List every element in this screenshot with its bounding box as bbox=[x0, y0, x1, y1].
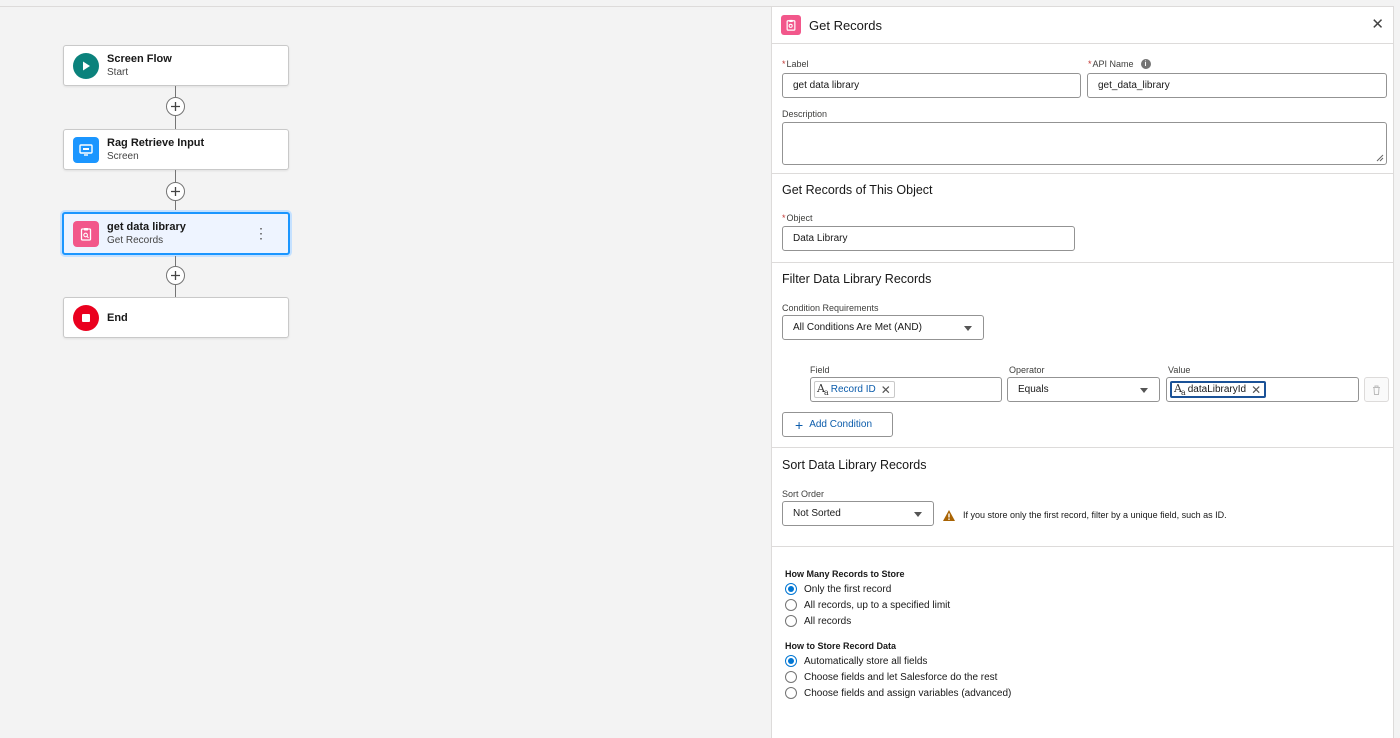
object-field-label: *Object bbox=[782, 213, 813, 223]
divider bbox=[772, 447, 1393, 448]
sort-warning-text: If you store only the first record, filt… bbox=[963, 510, 1227, 520]
radio-label: Automatically store all fields bbox=[804, 655, 928, 667]
resize-handle-icon[interactable] bbox=[1376, 154, 1384, 162]
properties-panel: Get Records ✕ *Label get data library * A… bbox=[771, 6, 1394, 738]
chevron-down-icon bbox=[914, 512, 922, 517]
condition-field-input[interactable]: Aa Record ID ✕ bbox=[810, 377, 1002, 402]
value-pill-label: dataLibraryId bbox=[1187, 384, 1247, 395]
description-label: Description bbox=[782, 109, 828, 119]
condition-requirements-select[interactable]: All Conditions Are Met (AND) bbox=[782, 315, 984, 340]
more-actions-icon[interactable]: ⋮ bbox=[254, 226, 268, 240]
radio-label: All records bbox=[804, 615, 852, 627]
flow-canvas[interactable]: Screen Flow Start Rag Retrieve Input Scr… bbox=[0, 6, 771, 738]
sort-order-label: Sort Order bbox=[782, 489, 825, 499]
plus-icon bbox=[171, 187, 180, 196]
value-pill[interactable]: Aa dataLibraryId ✕ bbox=[1170, 381, 1267, 398]
how-many-records-title: How Many Records to Store bbox=[785, 569, 905, 579]
node-subtitle: Screen bbox=[107, 150, 139, 162]
description-textarea[interactable] bbox=[782, 122, 1387, 165]
api-name-input[interactable]: get_data_library bbox=[1087, 73, 1387, 98]
divider bbox=[772, 173, 1393, 174]
node-title: End bbox=[107, 311, 128, 324]
condition-requirements-label: Condition Requirements bbox=[782, 303, 879, 313]
condition-requirements-value: All Conditions Are Met (AND) bbox=[793, 322, 922, 333]
divider bbox=[772, 262, 1393, 263]
radio-button[interactable] bbox=[785, 655, 797, 667]
condition-value-input[interactable]: Aa dataLibraryId ✕ bbox=[1166, 377, 1359, 402]
radio-label: Choose fields and assign variables (adva… bbox=[804, 687, 1012, 699]
stop-icon bbox=[73, 304, 99, 331]
text-type-icon: Aa bbox=[1174, 381, 1186, 398]
radio-only-first-record[interactable]: Only the first record bbox=[785, 583, 891, 595]
label-input[interactable]: get data library bbox=[782, 73, 1081, 98]
object-section-title: Get Records of This Object bbox=[782, 183, 933, 197]
radio-all-records[interactable]: All records bbox=[785, 615, 851, 627]
api-name-field-label: * API Name i bbox=[1088, 59, 1151, 69]
object-input[interactable]: Data Library bbox=[782, 226, 1075, 251]
radio-button[interactable] bbox=[785, 599, 797, 611]
plus-icon bbox=[171, 271, 180, 280]
node-screen-flow-start[interactable]: Screen Flow Start bbox=[63, 45, 289, 86]
sort-order-value: Not Sorted bbox=[793, 508, 841, 519]
sort-section-title: Sort Data Library Records bbox=[782, 458, 927, 472]
panel-header: Get Records ✕ bbox=[772, 7, 1393, 44]
warning-icon bbox=[943, 510, 955, 521]
field-column-header: Field bbox=[810, 365, 830, 375]
add-element-button[interactable] bbox=[166, 266, 185, 285]
remove-icon[interactable]: ✕ bbox=[1251, 384, 1261, 396]
node-subtitle: Start bbox=[107, 66, 129, 78]
sort-order-select[interactable]: Not Sorted bbox=[782, 501, 934, 526]
add-condition-button[interactable]: + Add Condition bbox=[782, 412, 893, 437]
panel-title: Get Records bbox=[809, 17, 882, 33]
remove-icon[interactable]: ✕ bbox=[881, 384, 891, 396]
field-pill-label: Record ID bbox=[830, 384, 876, 395]
how-to-store-title: How to Store Record Data bbox=[785, 641, 897, 651]
node-get-data-library[interactable]: get data library Get Records ⋮ bbox=[62, 212, 290, 255]
radio-label: Only the first record bbox=[804, 583, 892, 595]
filter-section-title: Filter Data Library Records bbox=[782, 272, 932, 286]
radio-label: Choose fields and let Salesforce do the … bbox=[804, 671, 998, 683]
node-subtitle: Get Records bbox=[107, 234, 164, 246]
get-records-icon bbox=[781, 15, 801, 35]
info-icon[interactable]: i bbox=[1140, 59, 1151, 69]
radio-choose-fields-salesforce[interactable]: Choose fields and let Salesforce do the … bbox=[785, 671, 997, 683]
add-condition-label: Add Condition bbox=[809, 419, 873, 430]
operator-value: Equals bbox=[1018, 384, 1049, 395]
text-type-icon: Aa bbox=[817, 381, 829, 398]
close-icon[interactable]: ✕ bbox=[1371, 17, 1384, 32]
get-records-icon bbox=[73, 220, 99, 247]
node-rag-retrieve-input[interactable]: Rag Retrieve Input Screen bbox=[63, 129, 289, 170]
radio-auto-store-fields[interactable]: Automatically store all fields bbox=[785, 655, 927, 667]
chevron-down-icon bbox=[1140, 388, 1148, 393]
field-pill[interactable]: Aa Record ID ✕ bbox=[814, 381, 895, 398]
node-title: get data library bbox=[107, 220, 186, 233]
trash-icon bbox=[1373, 385, 1380, 395]
radio-button[interactable] bbox=[785, 615, 797, 627]
operator-column-header: Operator bbox=[1009, 365, 1045, 375]
label-field-label: *Label bbox=[782, 59, 809, 69]
node-title: Screen Flow bbox=[107, 52, 172, 65]
radio-button[interactable] bbox=[785, 583, 797, 595]
radio-all-records-limit[interactable]: All records, up to a specified limit bbox=[785, 599, 950, 611]
radio-label: All records, up to a specified limit bbox=[804, 599, 951, 611]
radio-button[interactable] bbox=[785, 687, 797, 699]
node-end[interactable]: End bbox=[63, 297, 289, 338]
radio-choose-fields-variables[interactable]: Choose fields and assign variables (adva… bbox=[785, 687, 1011, 699]
chevron-down-icon bbox=[964, 326, 972, 331]
add-element-button[interactable] bbox=[166, 97, 185, 116]
screen-icon bbox=[73, 136, 99, 163]
divider bbox=[772, 546, 1393, 547]
delete-condition-button[interactable] bbox=[1364, 377, 1389, 402]
node-title: Rag Retrieve Input bbox=[107, 136, 205, 149]
play-icon bbox=[73, 52, 99, 79]
value-column-header: Value bbox=[1168, 365, 1191, 375]
plus-icon bbox=[171, 102, 180, 111]
add-element-button[interactable] bbox=[166, 182, 185, 201]
condition-operator-select[interactable]: Equals bbox=[1007, 377, 1160, 402]
plus-icon: + bbox=[795, 416, 804, 433]
radio-button[interactable] bbox=[785, 671, 797, 683]
